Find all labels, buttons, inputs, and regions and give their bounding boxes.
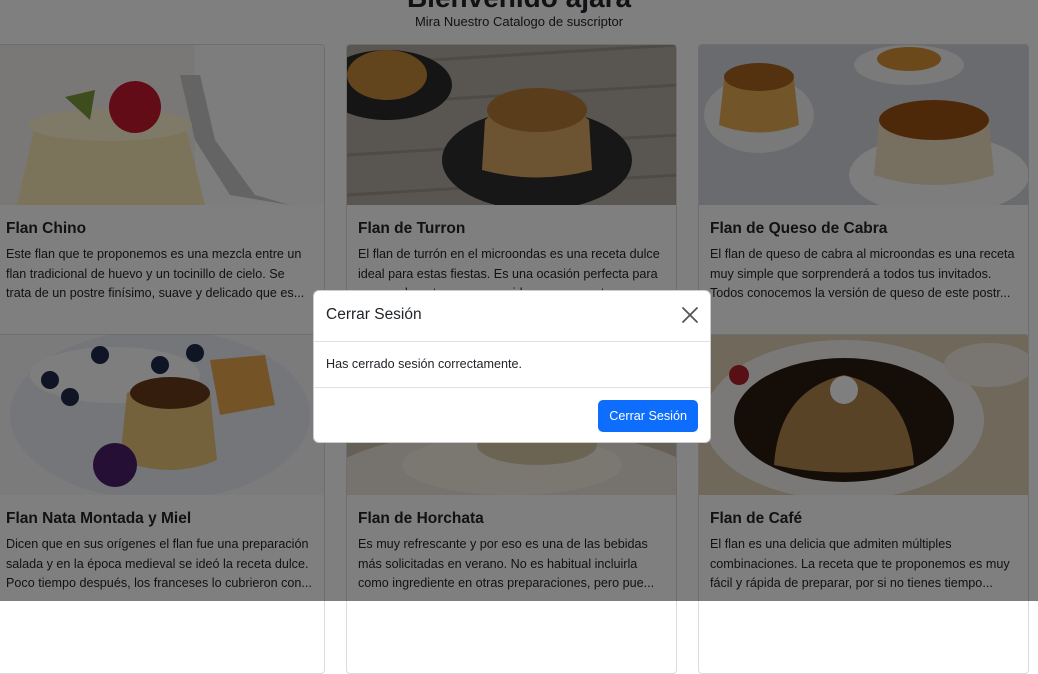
logout-button[interactable]: Cerrar Sesión	[598, 400, 698, 432]
modal-message: Has cerrado sesión correctamente.	[326, 357, 522, 371]
modal-header: Cerrar Sesión	[314, 291, 710, 342]
logout-modal: Cerrar Sesión Has cerrado sesión correct…	[313, 290, 711, 443]
modal-footer: Cerrar Sesión	[314, 387, 710, 443]
close-icon[interactable]	[680, 305, 700, 325]
modal-title: Cerrar Sesión	[326, 306, 422, 323]
